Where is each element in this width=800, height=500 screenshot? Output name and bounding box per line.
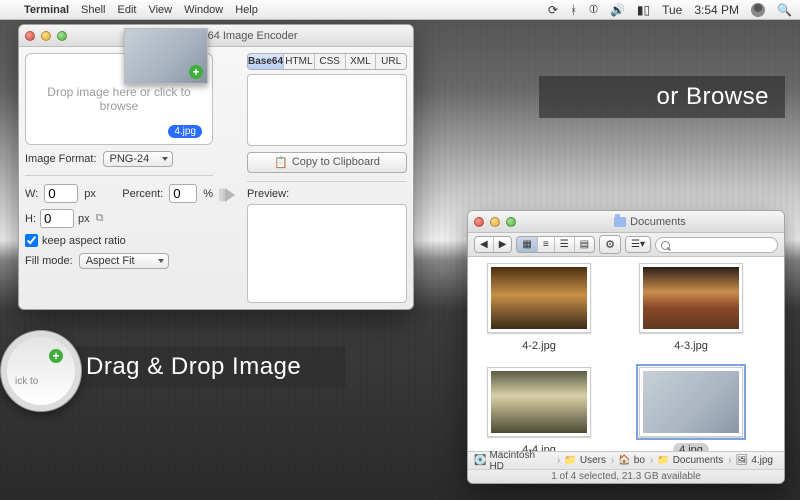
sync-icon[interactable]: ⟳ (548, 3, 558, 17)
fill-mode-select[interactable]: Aspect Fit (79, 253, 169, 269)
encoder-titlebar[interactable]: Base64 Image Encoder (19, 25, 413, 47)
file-item[interactable]: 4-3.jpg (628, 263, 754, 353)
menu-bar: Terminal Shell Edit View Window Help ⟳ ᚼ… (0, 0, 800, 20)
finder-content[interactable]: 4-2.jpg 4-3.jpg 4-4.jpg 4.jpg (468, 257, 784, 451)
h-label: H: (25, 213, 36, 225)
menu-window[interactable]: Window (184, 4, 223, 16)
app-menu[interactable]: Terminal (24, 4, 69, 16)
view-icons-button[interactable]: ▦ (517, 237, 537, 252)
promo-dragdrop: Drag & Drop Image (70, 346, 346, 388)
folder-icon (614, 217, 626, 227)
battery-icon[interactable]: ▮▯ (637, 3, 650, 17)
keep-aspect-checkbox[interactable]: keep aspect ratio (25, 234, 213, 247)
percent-unit: % (203, 188, 213, 200)
output-textarea[interactable] (247, 74, 407, 146)
file-name: 4-3.jpg (668, 339, 714, 353)
search-input[interactable] (655, 237, 778, 253)
back-button[interactable]: ◀ (475, 237, 494, 252)
finder-title: Documents (630, 216, 686, 228)
link-wh-icon[interactable]: ⧉ (96, 212, 104, 225)
menu-edit[interactable]: Edit (118, 4, 137, 16)
copy-label: Copy to Clipboard (292, 156, 380, 168)
keep-aspect-label: keep aspect ratio (42, 235, 126, 247)
promo-browse-text: or Browse (656, 83, 769, 111)
file-name: 4-2.jpg (516, 339, 562, 353)
dragged-image[interactable] (124, 28, 208, 84)
finder-status-text: 1 of 4 selected, 21.3 GB available (551, 471, 701, 482)
preview-label: Preview: (247, 188, 407, 200)
format-value: PNG-24 (110, 153, 150, 165)
promo-browse: or Browse (539, 76, 785, 118)
menu-view[interactable]: View (148, 4, 172, 16)
dropzone-badge: 4.jpg (168, 125, 202, 138)
path-segment: 📁Documents (657, 455, 731, 466)
lens-text: ick to (15, 376, 38, 387)
path-segment: 🖼4.jpg (736, 455, 778, 466)
finder-titlebar[interactable]: Documents (468, 211, 784, 233)
preview-box (247, 204, 407, 303)
output-tabs: Base64 HTML CSS XML URL (247, 53, 407, 70)
minimize-icon[interactable] (490, 217, 500, 227)
tab-html[interactable]: HTML (284, 54, 315, 69)
view-list-button[interactable]: ≡ (538, 237, 555, 252)
magnifier: ick to + (0, 330, 82, 412)
px-unit: px (84, 188, 96, 200)
promo-dragdrop-text: Drag & Drop Image (86, 353, 301, 381)
spotlight-icon[interactable]: 🔍 (777, 3, 792, 17)
view-columns-button[interactable]: ☰ (555, 237, 575, 252)
bluetooth-icon[interactable]: ᚼ (570, 3, 577, 17)
finder-window: Documents ◀ ▶ ▦ ≡ ☰ ▤ ☰▾ 4-2.jpg 4-3.jpg… (467, 210, 785, 484)
arrange-menu[interactable]: ☰▾ (626, 237, 650, 252)
arrow-right-icon (219, 184, 241, 206)
px-unit-2: px (78, 213, 90, 225)
width-input[interactable] (44, 184, 78, 203)
file-item[interactable]: 4-2.jpg (476, 263, 602, 353)
finder-toolbar: ◀ ▶ ▦ ≡ ☰ ▤ ☰▾ (468, 233, 784, 257)
close-icon[interactable] (25, 31, 35, 41)
format-label: Image Format: (25, 153, 97, 165)
forward-button[interactable]: ▶ (494, 237, 512, 252)
file-name: 4.jpg (673, 443, 709, 451)
tab-url[interactable]: URL (376, 54, 406, 69)
user-icon[interactable] (751, 3, 765, 17)
percent-input[interactable] (169, 184, 197, 203)
fill-mode-value: Aspect Fit (86, 255, 135, 267)
volume-icon[interactable]: 🔊 (610, 3, 625, 17)
close-icon[interactable] (474, 217, 484, 227)
zoom-icon[interactable] (57, 31, 67, 41)
path-bar[interactable]: 💽Macintosh HD 📁Users 🏠bo 📁Documents 🖼4.j… (468, 451, 784, 469)
encoder-window: Base64 Image Encoder Drop image here or … (18, 24, 414, 310)
menu-help[interactable]: Help (235, 4, 258, 16)
fill-label: Fill mode: (25, 255, 73, 267)
height-input[interactable] (40, 209, 74, 228)
percent-label: Percent: (122, 188, 163, 200)
tab-xml[interactable]: XML (346, 54, 377, 69)
format-select[interactable]: PNG-24 (103, 151, 173, 167)
zoom-icon[interactable] (506, 217, 516, 227)
menu-shell[interactable]: Shell (81, 4, 105, 16)
tab-css[interactable]: CSS (315, 54, 346, 69)
action-menu[interactable] (600, 236, 620, 253)
path-segment: 🏠bo (618, 455, 653, 466)
keep-aspect-input[interactable] (25, 234, 38, 247)
clipboard-icon: 📋 (274, 156, 288, 169)
w-label: W: (25, 188, 38, 200)
path-segment: 💽Macintosh HD (474, 450, 560, 472)
menubar-day: Tue (662, 3, 682, 17)
wifi-icon[interactable]: ⦶ (589, 2, 598, 17)
file-item-selected[interactable]: 4.jpg (628, 367, 754, 451)
file-item[interactable]: 4-4.jpg (476, 367, 602, 451)
view-coverflow-button[interactable]: ▤ (575, 237, 594, 252)
menubar-time: 3:54 PM (694, 3, 739, 17)
tab-base64[interactable]: Base64 (248, 54, 284, 69)
dropzone-text: Drop image here or click to browse (34, 85, 204, 113)
path-segment: 📁Users (564, 455, 614, 466)
plus-icon: + (49, 349, 63, 363)
copy-to-clipboard-button[interactable]: 📋 Copy to Clipboard (247, 152, 407, 173)
minimize-icon[interactable] (41, 31, 51, 41)
